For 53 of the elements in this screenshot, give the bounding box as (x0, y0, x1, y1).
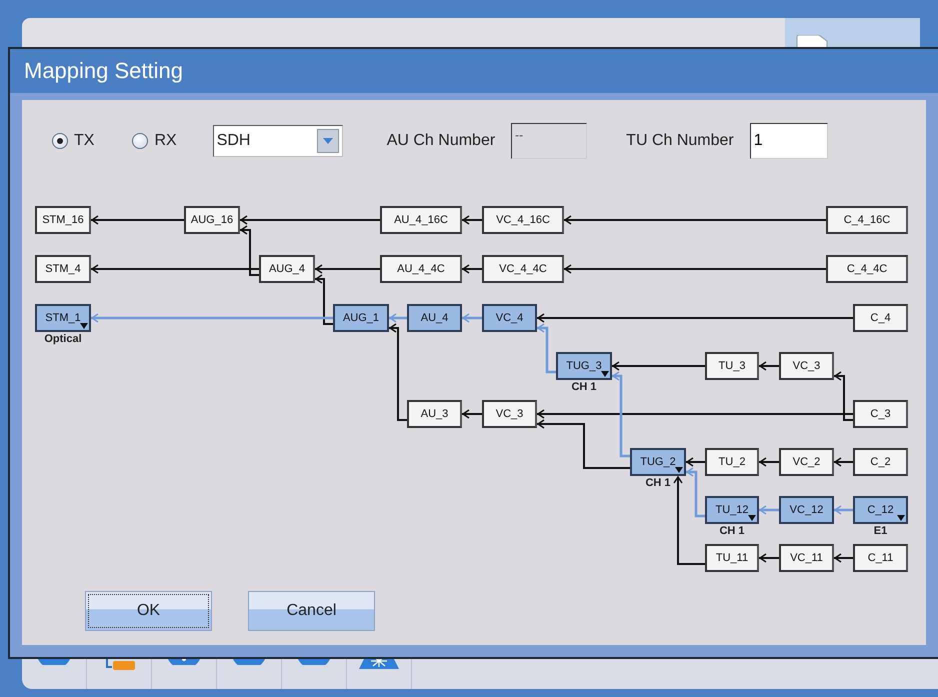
diagram-node[interactable]: VC_4_16C (482, 206, 564, 234)
dropdown-caret-icon[interactable] (80, 323, 88, 329)
window-title: Mapping Setting (24, 58, 183, 84)
node-caption: Optical (43, 333, 83, 345)
diagram-node[interactable]: TU_12 (705, 496, 759, 524)
caret-icon[interactable] (322, 137, 334, 145)
node-caption: CH 1 (570, 381, 598, 393)
diagram-node[interactable]: AU_3 (407, 400, 462, 428)
radio-button[interactable] (132, 133, 148, 149)
radio-label[interactable]: TX (74, 132, 94, 150)
diagram-node[interactable]: TU_2 (705, 448, 759, 476)
diagram-node[interactable]: AU_4_16C (380, 206, 462, 234)
field-label: TU Ch Number (626, 132, 734, 150)
diagram-node[interactable]: C_4_16C (826, 206, 908, 234)
diagram-node[interactable]: VC_4 (482, 304, 537, 332)
dropdown-caret-icon[interactable] (748, 515, 756, 521)
diagram-node[interactable]: VC_11 (779, 544, 834, 572)
dropdown-caret-icon[interactable] (675, 467, 683, 473)
diagram-node[interactable]: STM_16 (35, 206, 91, 234)
diagram-node[interactable]: VC_2 (779, 448, 834, 476)
diagram-node[interactable]: VC_12 (779, 496, 834, 524)
dropdown-caret-icon[interactable] (601, 371, 609, 377)
mode-dropdown[interactable]: SDH (212, 125, 343, 157)
diagram-node[interactable]: C_4 (853, 304, 908, 332)
diagram-node[interactable]: AUG_16 (184, 206, 240, 234)
diagram-node[interactable]: VC_3 (482, 400, 537, 428)
node-caption: E1 (872, 525, 888, 537)
diagram-node[interactable]: STM_1 (35, 304, 91, 332)
radio-label[interactable]: RX (154, 132, 177, 150)
diagram-node[interactable]: TUG_2 (630, 448, 686, 476)
diagram-node[interactable]: AU_4_4C (380, 255, 462, 283)
diagram-node[interactable]: AUG_4 (259, 255, 315, 283)
input-field[interactable]: 1 (750, 123, 828, 159)
radio-button[interactable] (52, 133, 68, 149)
diagram-node[interactable]: TU_11 (705, 544, 759, 572)
diagram-node[interactable]: VC_3 (779, 352, 834, 380)
dialog-button[interactable]: Cancel (248, 591, 375, 631)
diagram-node[interactable]: STM_4 (35, 255, 91, 283)
diagram-node[interactable]: C_11 (853, 544, 908, 572)
dropdown-caret-icon[interactable] (897, 515, 905, 521)
diagram-node[interactable]: AU_4 (407, 304, 462, 332)
diagram-node[interactable]: TU_3 (705, 352, 759, 380)
field-label: AU Ch Number (386, 132, 496, 150)
diagram-node[interactable]: C_4_4C (826, 255, 908, 283)
node-caption: CH 1 (644, 477, 672, 489)
dialog-button[interactable]: OK (85, 591, 212, 631)
diagram-node[interactable]: AUG_1 (333, 304, 389, 332)
diagram-node[interactable]: C_12 (853, 496, 908, 524)
node-caption: CH 1 (718, 525, 746, 537)
diagram-node[interactable]: VC_4_4C (482, 255, 564, 283)
diagram-node[interactable]: TUG_3 (556, 352, 612, 380)
diagram-node[interactable]: C_2 (853, 448, 908, 476)
diagram-node[interactable]: C_3 (853, 400, 908, 428)
